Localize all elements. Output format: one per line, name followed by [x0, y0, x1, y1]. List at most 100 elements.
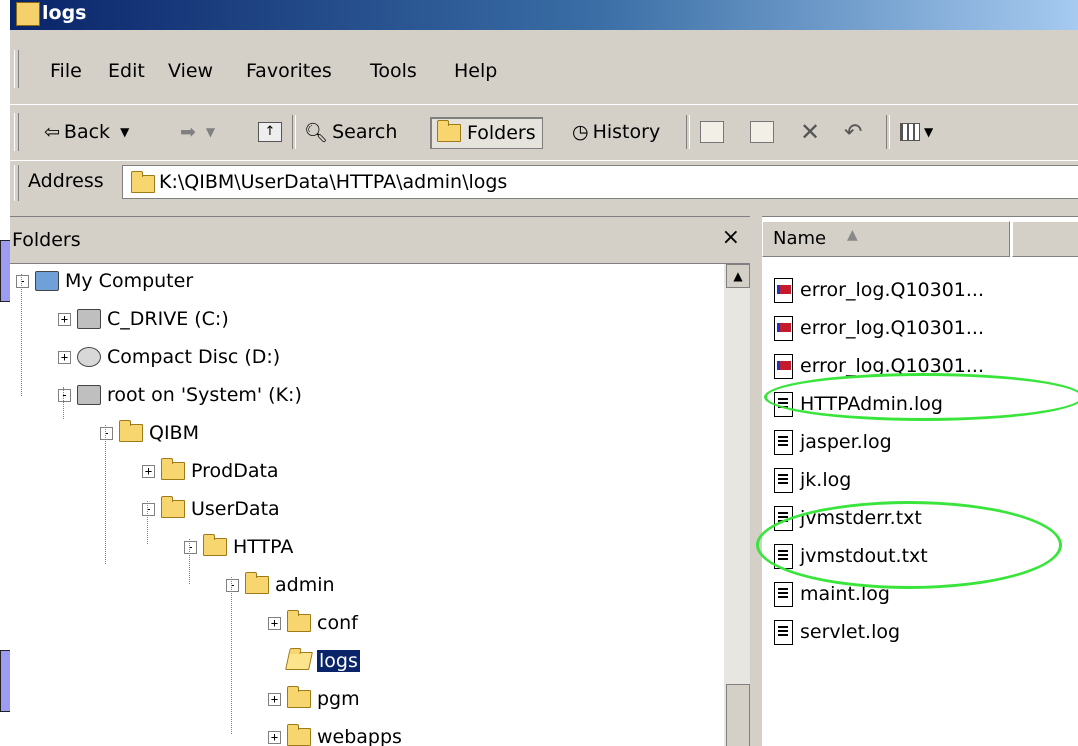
explorer-window: logs File Edit View Favorites Tools Help…	[10, 0, 1078, 746]
folder-tree: - My Computer + C_DRIVE (C:) + Compact Disc (…	[10, 264, 722, 746]
explorer-screenshot: logs File Edit View Favorites Tools Help…	[0, 0, 1078, 746]
file-item[interactable]: jasper.log	[774, 425, 892, 459]
menu-edit[interactable]: Edit	[108, 60, 145, 82]
text-file-icon	[774, 581, 793, 607]
address-value: K:\QIBM\UserData\HTTPA\admin\logs	[159, 171, 508, 193]
collapse-icon[interactable]: -	[142, 502, 155, 516]
menu-favorites[interactable]: Favorites	[246, 60, 332, 82]
expand-icon[interactable]: +	[268, 692, 281, 706]
tree-node[interactable]: - admin	[226, 568, 335, 602]
undo-button[interactable]: ↶	[844, 117, 862, 147]
title-bar[interactable]: logs	[10, 0, 1078, 30]
menu-file[interactable]: File	[50, 60, 82, 82]
move-to-button[interactable]	[700, 117, 724, 147]
tree-node-label: pgm	[317, 688, 360, 710]
address-folder-icon	[131, 171, 155, 193]
folders-button[interactable]: Folders	[430, 117, 543, 149]
copy-to-button[interactable]	[750, 117, 774, 147]
pane-splitter[interactable]	[750, 216, 762, 746]
error-log-icon	[774, 353, 793, 379]
tree-node[interactable]: + conf	[268, 606, 358, 640]
views-button[interactable]: ▼	[900, 117, 933, 147]
tree-node[interactable]: - UserData	[142, 492, 280, 526]
folders-pane-title: Folders	[12, 229, 81, 251]
tree-scrollbar[interactable]: ▲	[724, 264, 750, 746]
delete-button[interactable]: ✕	[800, 117, 820, 147]
tree-node[interactable]: + Compact Disc (D:)	[58, 340, 280, 374]
file-name: error_log.Q10301...	[800, 279, 985, 301]
expand-icon[interactable]: +	[142, 464, 155, 478]
name-column-header[interactable]: Name ▲	[762, 221, 1010, 257]
up-folder-icon: ↑	[258, 122, 282, 142]
tree-node[interactable]: + pgm	[268, 682, 360, 716]
menu-help[interactable]: Help	[454, 60, 497, 82]
slide-background	[0, 0, 10, 746]
collapse-icon[interactable]: -	[184, 540, 197, 554]
menu-tools[interactable]: Tools	[370, 60, 417, 82]
tree-node[interactable]: + ProdData	[142, 454, 279, 488]
address-input[interactable]: K:\QIBM\UserData\HTTPA\admin\logs	[122, 165, 1078, 199]
tree-node[interactable]: + webapps	[268, 720, 402, 746]
folder-icon	[119, 420, 143, 442]
expand-icon[interactable]: +	[58, 312, 71, 326]
expand-icon[interactable]: +	[268, 616, 281, 630]
menu-view[interactable]: View	[168, 60, 213, 82]
copy-to-icon	[750, 121, 774, 143]
network-drive-icon	[77, 385, 101, 405]
folders-pane: Folders × - My Computer + C_DRIVE (C:) + Comp…	[10, 216, 750, 746]
scroll-up-icon[interactable]: ▲	[726, 264, 750, 288]
tree-node-label: ProdData	[191, 460, 279, 482]
file-item[interactable]: error_log.Q10301...	[774, 273, 984, 307]
expand-icon[interactable]: +	[58, 350, 71, 364]
search-button[interactable]: 🔍︎ Search	[304, 117, 397, 147]
file-name: servlet.log	[800, 621, 901, 643]
scroll-thumb[interactable]	[726, 684, 750, 746]
file-item[interactable]: jk.log	[774, 463, 851, 497]
tree-node[interactable]: - root on 'System' (K:)	[58, 378, 302, 412]
close-icon[interactable]: ×	[722, 225, 740, 250]
collapse-icon[interactable]: -	[58, 388, 71, 402]
file-list-pane: Name ▲ error_log.Q10301... error_log.Q103…	[756, 216, 1078, 746]
size-column-header[interactable]	[1012, 221, 1078, 257]
file-item[interactable]: servlet.log	[774, 615, 900, 649]
drive-icon	[77, 309, 101, 329]
forward-button[interactable]: ➡ ▼	[180, 117, 215, 147]
tree-node-label: QIBM	[149, 422, 199, 444]
history-label: History	[592, 121, 661, 143]
collapse-icon[interactable]: -	[100, 426, 113, 440]
back-label: Back	[63, 121, 111, 143]
toolbar-grip[interactable]	[14, 113, 19, 151]
file-name: jasper.log	[800, 431, 892, 453]
highlight-circle-httpadmin	[764, 373, 1078, 421]
views-icon	[900, 123, 920, 141]
tree-node[interactable]: - HTTPA	[184, 530, 293, 564]
text-file-icon	[774, 619, 793, 645]
error-log-icon	[774, 277, 793, 303]
tree-node-label: webapps	[317, 726, 402, 746]
history-icon: ◷	[572, 121, 589, 143]
tree-guide-line	[63, 387, 64, 419]
tree-node[interactable]: - My Computer	[16, 264, 193, 298]
address-grip[interactable]	[14, 165, 19, 201]
delete-icon: ✕	[800, 118, 821, 146]
highlight-circle-jvm	[756, 501, 1062, 589]
folder-icon	[203, 534, 227, 556]
folder-icon	[161, 458, 185, 480]
file-item[interactable]: error_log.Q10301...	[774, 311, 984, 345]
history-button[interactable]: ◷ History	[572, 117, 660, 147]
expand-icon[interactable]: +	[268, 730, 281, 744]
tree-guide-line	[105, 425, 106, 564]
tree-node-label: HTTPA	[233, 536, 294, 558]
up-button[interactable]: ↑	[258, 117, 282, 147]
tree-node[interactable]: + C_DRIVE (C:)	[58, 302, 229, 336]
menu-grip[interactable]	[14, 50, 19, 88]
address-label: Address	[28, 170, 104, 192]
collapse-icon[interactable]: -	[226, 578, 239, 592]
back-button[interactable]: ⇦ Back ▼	[44, 117, 129, 147]
tree-node[interactable]: - QIBM	[100, 416, 199, 450]
tree-node-label: root on 'System' (K:)	[107, 384, 302, 406]
tree-node[interactable]: logs	[268, 644, 360, 678]
name-column-label: Name	[773, 228, 827, 249]
tree-node-label: Compact Disc (D:)	[107, 346, 281, 368]
collapse-icon[interactable]: -	[16, 274, 29, 288]
